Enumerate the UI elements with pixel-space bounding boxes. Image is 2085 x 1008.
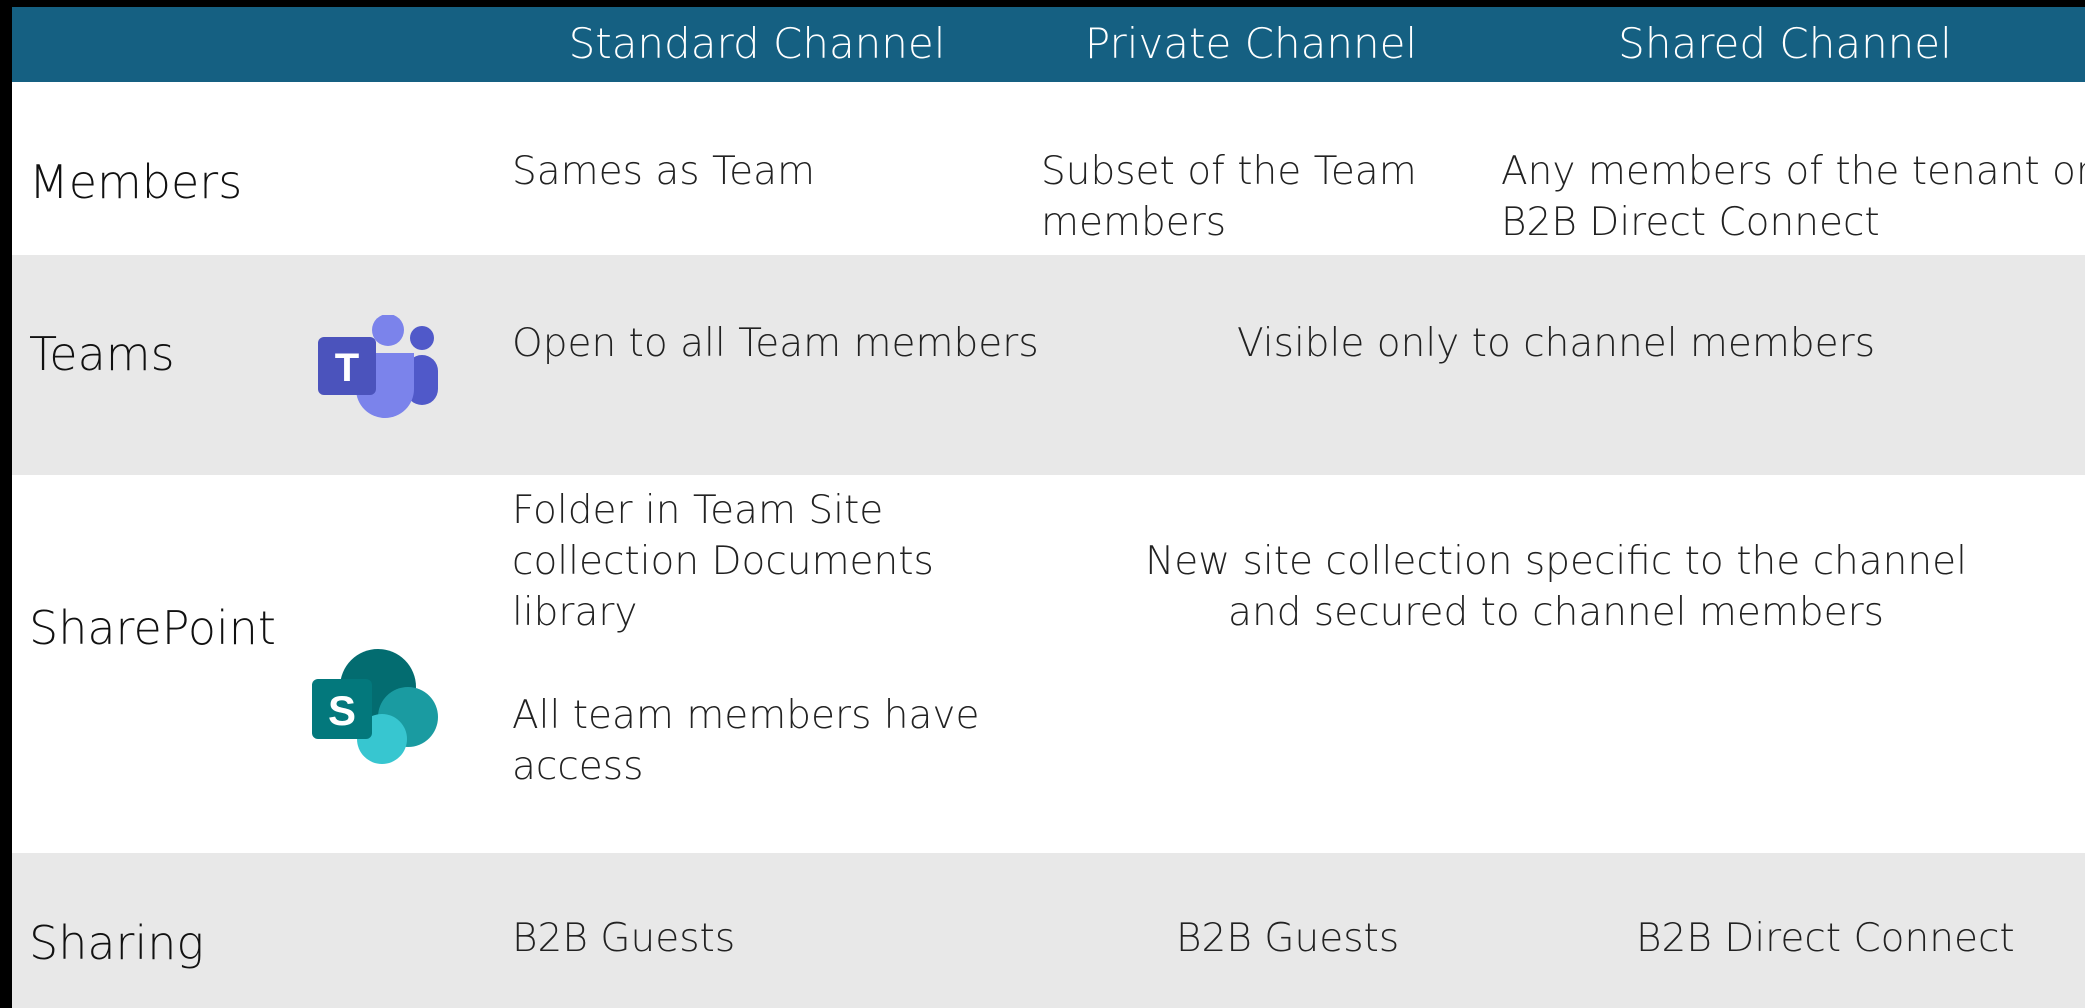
members-private-line2: members [1041, 200, 1227, 245]
sharepoint-icon: S [312, 649, 438, 764]
sharepoint-private-shared-line1: New site collection specific to the chan… [1145, 539, 1967, 584]
row-teams: Teams T Open to all Team members Visible… [12, 255, 2085, 475]
teams-standard: Open to all Team members [512, 321, 1039, 366]
row-sharing: Sharing B2B Guests B2B Guests B2B Direct… [12, 853, 2085, 1008]
row-label-sharepoint: SharePoint [29, 601, 276, 655]
microsoft-teams-icon: T [318, 315, 438, 418]
sharepoint-standard-line5: access [512, 744, 644, 789]
row-label-teams: Teams [29, 327, 175, 381]
row-label-members: Members [29, 155, 243, 209]
row-sharepoint: SharePoint S Folder in Team Site collect… [12, 475, 2085, 853]
header-shared-channel: Shared Channel [1618, 19, 1952, 68]
sharing-standard: B2B Guests [512, 916, 736, 961]
teams-private-shared: Visible only to channel members [1236, 321, 1876, 366]
sharepoint-standard-line1: Folder in Team Site [512, 488, 884, 533]
sharepoint-standard-line4: All team members have [512, 693, 980, 738]
sharepoint-standard-line2: collection Documents [512, 539, 934, 584]
sharing-private: B2B Guests [1176, 916, 1400, 961]
row-members: Members Sames as Team Subset of the Team… [12, 82, 2085, 255]
row-label-sharing: Sharing [29, 916, 204, 970]
members-shared-line1: Any members of the tenant or [1501, 149, 2085, 194]
header-private-channel: Private Channel [1084, 19, 1418, 68]
sharing-shared: B2B Direct Connect [1636, 916, 2015, 961]
sharepoint-private-shared-line2: and secured to channel members [1228, 590, 1884, 635]
members-shared-line2: B2B Direct Connect [1501, 200, 1880, 245]
table-header: Standard Channel Private Channel Shared … [12, 7, 2085, 82]
sharepoint-standard-line3: library [512, 590, 638, 635]
svg-text:S: S [328, 687, 356, 734]
members-standard: Sames as Team [512, 149, 816, 194]
svg-text:T: T [335, 346, 359, 390]
members-private-line1: Subset of the Team [1041, 149, 1417, 194]
header-standard-channel: Standard Channel [568, 19, 946, 68]
